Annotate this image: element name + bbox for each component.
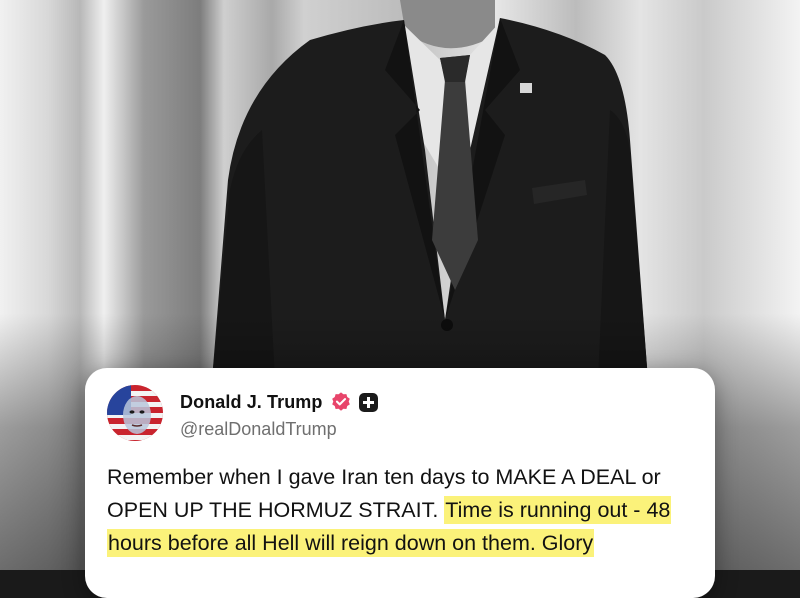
post-text: Remember when I gave Iran ten days to MA… [107,461,707,560]
avatar-flag-face-icon [107,385,163,441]
author-handle[interactable]: @realDonaldTrump [180,419,337,440]
plus-glyph-icon [362,396,374,408]
post-card: Donald J. Trump @realDonaldTrump Remembe… [85,368,715,598]
avatar[interactable] [107,385,163,441]
author-row: Donald J. Trump [180,390,378,414]
verified-badge-icon [331,392,350,411]
author-name[interactable]: Donald J. Trump [180,392,323,413]
plus-icon[interactable] [358,392,378,412]
